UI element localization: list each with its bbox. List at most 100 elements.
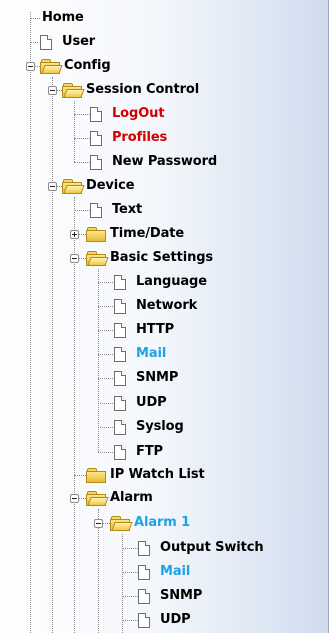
expand-time-date-toggle[interactable] bbox=[70, 230, 79, 239]
tree-line bbox=[74, 101, 75, 162]
tree-item-logout[interactable]: LogOut bbox=[90, 103, 165, 125]
folder-open-icon bbox=[62, 179, 85, 194]
tree-line bbox=[79, 498, 86, 499]
tree-item-alarm1-snmp[interactable]: SNMP bbox=[138, 585, 202, 607]
collapse-device-toggle[interactable] bbox=[48, 182, 57, 191]
tree-item-user[interactable]: User bbox=[40, 31, 95, 53]
tree-item-alarm1[interactable]: Alarm 1 bbox=[110, 512, 190, 534]
tree-item-alarm1-mail[interactable]: Mail bbox=[138, 561, 190, 583]
tree-line bbox=[103, 523, 110, 524]
tree-line bbox=[98, 354, 113, 355]
tree-line bbox=[98, 452, 113, 453]
tree-item-label: HTTP bbox=[136, 322, 175, 337]
tree-item-language[interactable]: Language bbox=[114, 271, 207, 293]
page-icon bbox=[114, 346, 126, 362]
tree-item-label: Syslog bbox=[136, 419, 184, 434]
tree-item-label: Mail bbox=[136, 346, 167, 361]
page-icon bbox=[114, 370, 126, 386]
collapse-alarm-toggle[interactable] bbox=[70, 494, 79, 503]
page-icon bbox=[114, 444, 126, 460]
tree-line bbox=[79, 234, 86, 235]
tree-line bbox=[122, 548, 138, 549]
tree-line bbox=[98, 282, 113, 283]
tree-item-http[interactable]: HTTP bbox=[114, 319, 174, 341]
tree-item-syslog[interactable]: Syslog bbox=[114, 416, 184, 438]
tree-item-config[interactable]: Config bbox=[40, 55, 111, 77]
tree-line bbox=[98, 427, 113, 428]
page-icon bbox=[114, 419, 126, 435]
folder-open-icon bbox=[86, 491, 109, 506]
tree-item-text[interactable]: Text bbox=[90, 199, 142, 221]
tree-item-label: Text bbox=[112, 202, 143, 217]
folder-closed-icon bbox=[86, 468, 106, 483]
tree-item-new-password[interactable]: New Password bbox=[90, 151, 217, 173]
tree-line bbox=[122, 572, 138, 573]
tree-item-session-control[interactable]: Session Control bbox=[62, 79, 199, 101]
tree-item-label: Profiles bbox=[112, 130, 168, 145]
tree-item-label: Device bbox=[86, 178, 135, 193]
tree-item-alarm1-udp[interactable]: UDP bbox=[138, 609, 191, 631]
page-icon bbox=[40, 34, 52, 50]
tree-item-profiles[interactable]: Profiles bbox=[90, 127, 167, 149]
tree-item-ip-watch-list[interactable]: IP Watch List bbox=[86, 464, 205, 486]
tree-item-basic-settings[interactable]: Basic Settings bbox=[86, 247, 213, 269]
tree-item-time-date[interactable]: Time/Date bbox=[86, 223, 184, 245]
tree-item-label: LogOut bbox=[112, 106, 165, 121]
tree-line bbox=[98, 269, 99, 452]
tree-item-ftp[interactable]: FTP bbox=[114, 441, 163, 463]
tree-item-label: Mail bbox=[160, 564, 191, 579]
page-icon bbox=[90, 154, 102, 170]
page-icon bbox=[138, 564, 150, 580]
tree-item-label: Config bbox=[64, 58, 111, 73]
page-icon bbox=[114, 298, 126, 314]
tree-line bbox=[74, 162, 90, 163]
page-icon bbox=[90, 202, 102, 218]
tree-item-label: Session Control bbox=[86, 82, 200, 97]
tree-item-snmp[interactable]: SNMP bbox=[114, 367, 178, 389]
tree-line bbox=[30, 18, 40, 19]
folder-open-icon bbox=[62, 83, 85, 98]
tree-line bbox=[98, 403, 113, 404]
folder-open-icon bbox=[110, 516, 133, 531]
tree-line bbox=[74, 210, 90, 211]
tree-item-label: Alarm 1 bbox=[134, 515, 191, 530]
tree-line bbox=[98, 378, 113, 379]
page-icon bbox=[138, 612, 150, 628]
tree-item-home[interactable]: Home bbox=[42, 7, 84, 29]
collapse-basic-settings-toggle[interactable] bbox=[70, 254, 79, 263]
tree-item-network[interactable]: Network bbox=[114, 295, 197, 317]
tree-item-mail[interactable]: Mail bbox=[114, 343, 166, 365]
tree-line bbox=[74, 475, 86, 476]
folder-open-icon bbox=[86, 251, 109, 266]
tree-line bbox=[74, 114, 90, 115]
tree-line bbox=[98, 306, 113, 307]
tree-item-label: SNMP bbox=[136, 370, 179, 385]
collapse-config-toggle[interactable] bbox=[26, 62, 35, 71]
page-icon bbox=[138, 540, 150, 556]
collapse-alarm1-toggle[interactable] bbox=[94, 519, 103, 528]
tree-item-label: SNMP bbox=[160, 588, 203, 603]
tree-item-label: UDP bbox=[160, 612, 191, 627]
collapse-session-control-toggle[interactable] bbox=[48, 86, 57, 95]
tree-line bbox=[122, 596, 138, 597]
tree-line bbox=[79, 258, 86, 259]
page-icon bbox=[114, 395, 126, 411]
tree-item-label: Home bbox=[42, 10, 84, 25]
tree-item-label: New Password bbox=[112, 154, 218, 169]
tree-line bbox=[122, 620, 138, 621]
tree-line bbox=[30, 42, 38, 43]
tree-item-output-switch[interactable]: Output Switch bbox=[138, 537, 264, 559]
page-icon bbox=[138, 588, 150, 604]
tree-item-label: FTP bbox=[136, 444, 163, 459]
tree-item-label: UDP bbox=[136, 395, 167, 410]
folder-closed-icon bbox=[86, 227, 106, 242]
page-icon bbox=[90, 106, 102, 122]
page-icon bbox=[114, 274, 126, 290]
tree-item-alarm[interactable]: Alarm bbox=[86, 487, 153, 509]
tree-item-label: Time/Date bbox=[110, 226, 185, 241]
folder-open-icon bbox=[40, 59, 63, 74]
tree-item-label: Output Switch bbox=[160, 540, 264, 555]
tree-item-device[interactable]: Device bbox=[62, 175, 135, 197]
tree-item-udp[interactable]: UDP bbox=[114, 392, 167, 414]
tree-item-label: Alarm bbox=[110, 490, 153, 505]
